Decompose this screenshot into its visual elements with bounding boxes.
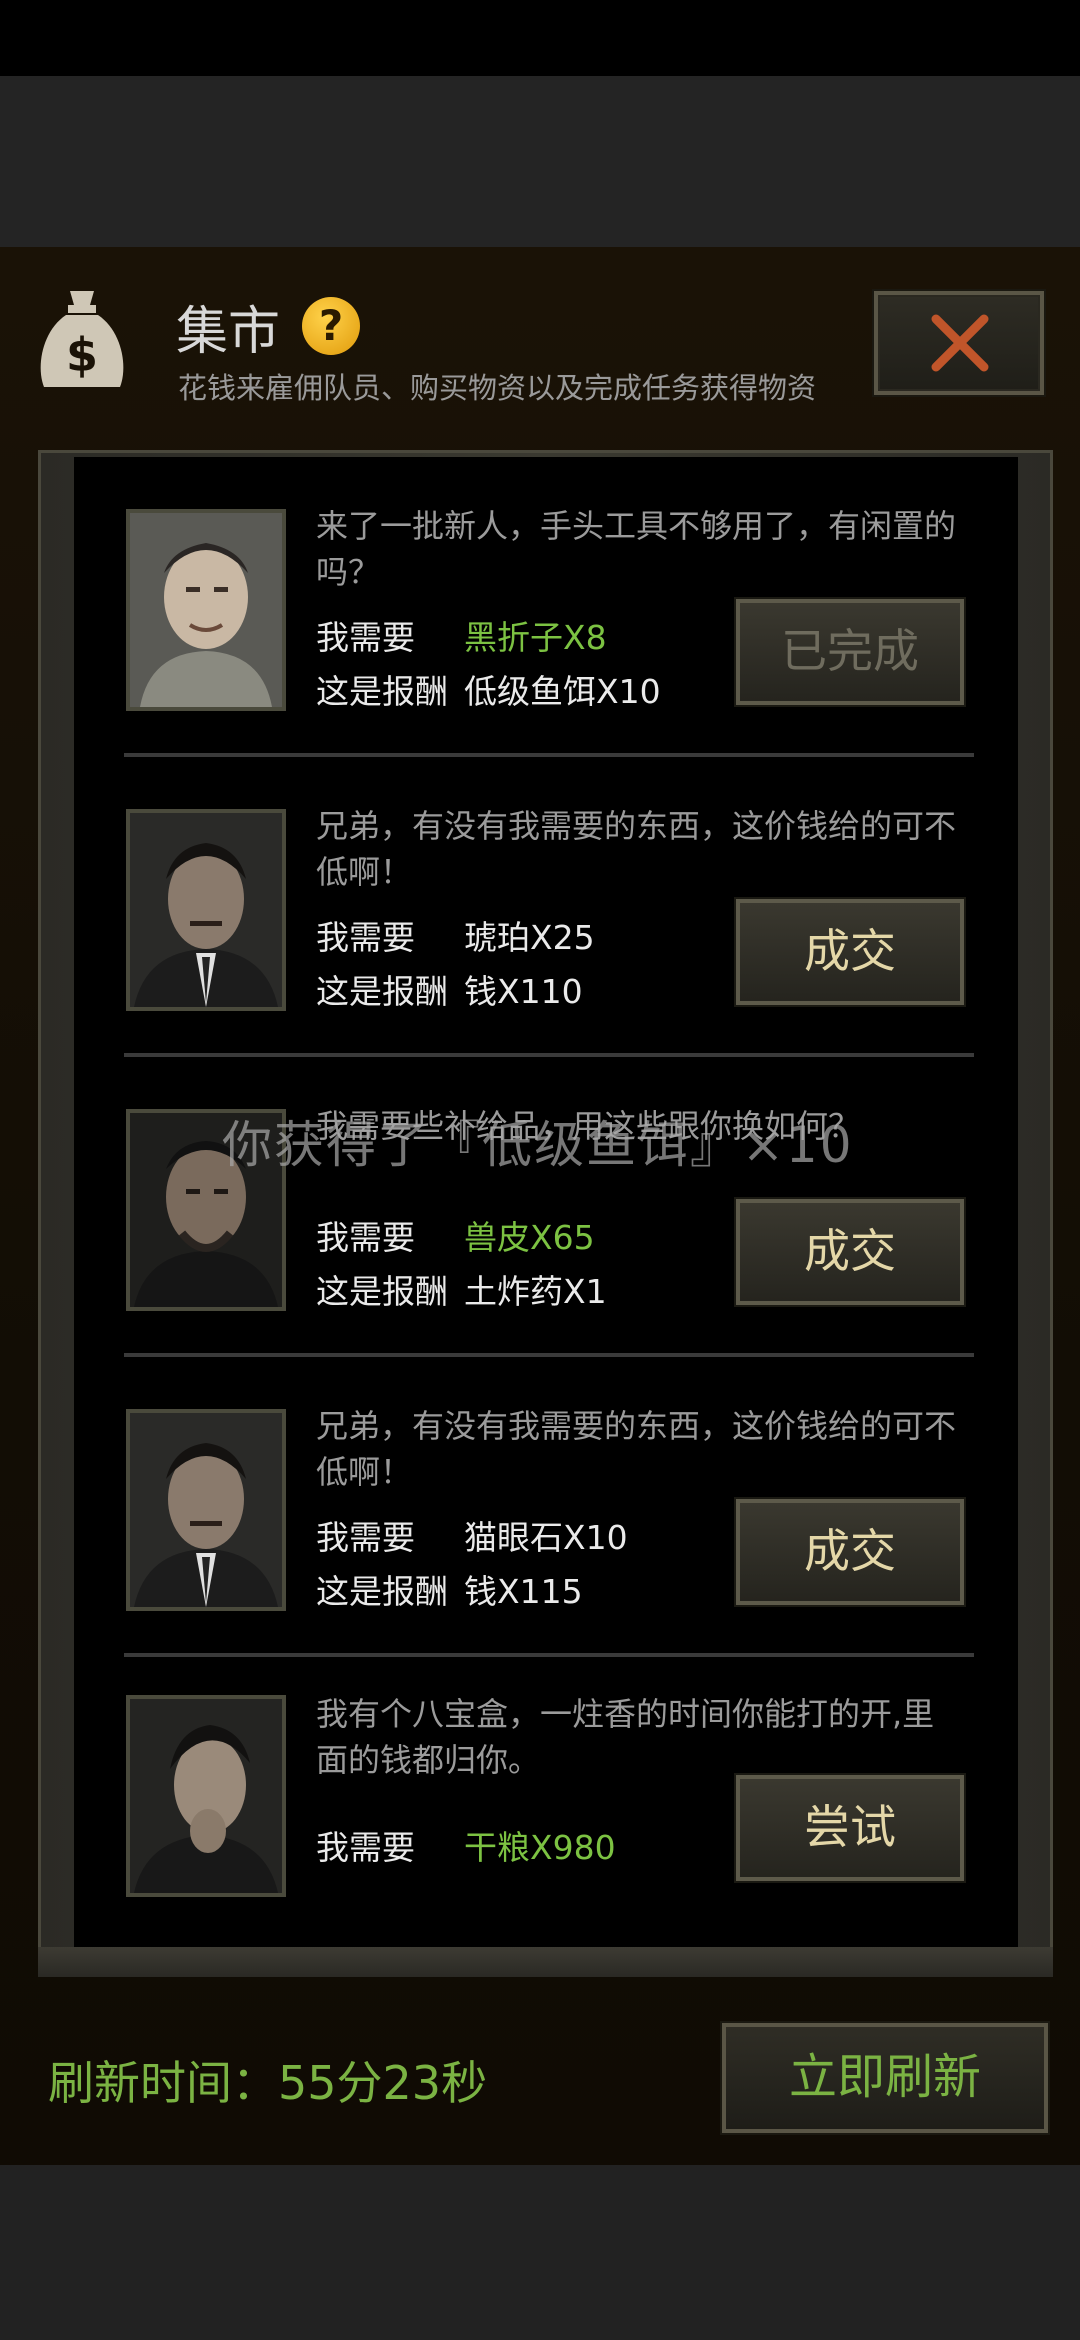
need-label: 我需要 [316, 918, 415, 957]
refresh-now-button[interactable]: 立即刷新 [722, 2023, 1048, 2133]
trader-portrait [126, 1409, 286, 1611]
reward-label: 这是报酬 [316, 1272, 448, 1311]
need-value: 兽皮X65 [464, 1218, 595, 1257]
page-title: 集市 [176, 302, 281, 362]
offer-row: 来了一批新人，手头工具不够用了，有闲置的吗？ 我需要 黑折子X8 这是报酬 低级… [74, 457, 1018, 757]
close-button[interactable] [874, 291, 1044, 395]
list-frame-bottom [38, 1947, 1053, 1977]
reward-value: 钱X115 [464, 1572, 583, 1611]
offer-row: 我需要些补给品，用这些跟你换如何？ 我需要 兽皮X65 这是报酬 土炸药X1 成… [74, 1057, 1018, 1357]
refresh-timer: 刷新时间：55分23秒 [48, 2056, 488, 2110]
completed-button[interactable]: 已完成 [736, 599, 964, 705]
offer-quote: 兄弟，有没有我需要的东西，这价钱给的可不低啊！ [316, 1407, 957, 1491]
need-value: 琥珀X25 [464, 918, 595, 957]
offer-row: 兄弟，有没有我需要的东西，这价钱给的可不低啊！ 我需要 猫眼石X10 这是报酬 … [74, 1357, 1018, 1657]
need-label: 我需要 [316, 618, 415, 657]
deal-button[interactable]: 成交 [736, 1499, 964, 1605]
need-value: 猫眼石X10 [464, 1518, 628, 1557]
offer-row: 我有个八宝盒，一炷香的时间你能打的开,里面的钱都归你。 我需要 干粮X980 尝… [74, 1657, 1018, 1947]
reward-value: 土炸药X1 [464, 1272, 607, 1311]
svg-text:$: $ [66, 328, 98, 382]
need-label: 我需要 [316, 1218, 415, 1257]
offer-quote: 来了一批新人，手头工具不够用了，有闲置的吗？ [316, 507, 957, 591]
market-header: $ 集市 ? 花钱来雇佣队员、购买物资以及完成任务获得物资 [0, 247, 1080, 447]
trader-portrait [126, 809, 286, 1011]
reward-value: 低级鱼饵X10 [464, 672, 661, 711]
offer-list[interactable]: 来了一批新人，手头工具不够用了，有闲置的吗？ 我需要 黑折子X8 这是报酬 低级… [74, 457, 1018, 1947]
offer-quote: 我有个八宝盒，一炷香的时间你能打的开,里面的钱都归你。 [316, 1695, 935, 1779]
reward-value: 钱X110 [464, 972, 583, 1011]
offer-quote: 兄弟，有没有我需要的东西，这价钱给的可不低啊！ [316, 807, 957, 891]
trader-portrait [126, 1695, 286, 1897]
bottom-area [0, 2165, 1080, 2340]
reward-toast: 你获得了『低级鱼饵』×10 [222, 1116, 854, 1174]
deal-button[interactable]: 成交 [736, 899, 964, 1005]
money-bag-icon: $ [40, 291, 124, 387]
need-value: 黑折子X8 [464, 618, 607, 657]
page-subtitle: 花钱来雇佣队员、购买物资以及完成任务获得物资 [178, 371, 817, 405]
need-label: 我需要 [316, 1518, 415, 1557]
status-bar [0, 0, 1080, 76]
reward-label: 这是报酬 [316, 1572, 448, 1611]
reward-label: 这是报酬 [316, 672, 448, 711]
market-panel: $ 集市 ? 花钱来雇佣队员、购买物资以及完成任务获得物资 来了一批新人，手头工… [0, 247, 1080, 2165]
help-icon[interactable]: ? [302, 297, 360, 355]
trader-portrait [126, 509, 286, 711]
need-label: 我需要 [316, 1828, 415, 1867]
reward-label: 这是报酬 [316, 972, 448, 1011]
offer-row: 兄弟，有没有我需要的东西，这价钱给的可不低啊！ 我需要 琥珀X25 这是报酬 钱… [74, 757, 1018, 1057]
close-icon [931, 314, 989, 372]
try-button[interactable]: 尝试 [736, 1775, 964, 1881]
deal-button[interactable]: 成交 [736, 1199, 964, 1305]
need-value: 干粮X980 [464, 1828, 616, 1867]
